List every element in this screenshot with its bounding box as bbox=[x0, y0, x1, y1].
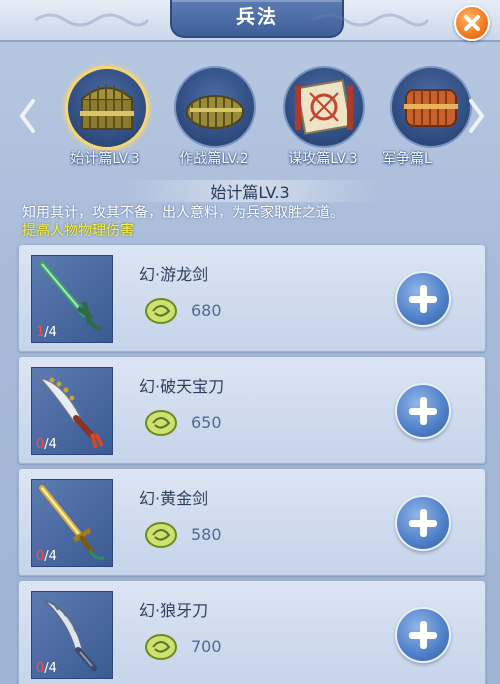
owned-count: 0/4 bbox=[36, 661, 57, 676]
book-label: 军争篇L bbox=[382, 151, 432, 167]
add-weapon-button[interactable] bbox=[395, 271, 451, 327]
close-button[interactable] bbox=[454, 5, 490, 41]
weapon-name: 幻·狼牙刀 bbox=[139, 601, 209, 620]
weapon-slot[interactable]: 0/4 bbox=[31, 591, 113, 679]
book-carousel: 始计篇LV.3 作战篇LV.2 谋攻篇LV.3 军争篇L bbox=[0, 42, 500, 170]
weapon-name: 幻·黄金剑 bbox=[139, 489, 209, 508]
list-item: 0/4 幻·破天宝刀 650 bbox=[18, 356, 486, 464]
close-icon bbox=[464, 15, 480, 31]
book-shiji-icon bbox=[65, 66, 149, 150]
cloud-ornament-left bbox=[34, 13, 150, 27]
add-weapon-button[interactable] bbox=[395, 495, 451, 551]
book-item-junzheng[interactable]: 军争篇L bbox=[382, 66, 472, 167]
chevron-right-icon[interactable] bbox=[468, 98, 486, 134]
book-mougong-icon bbox=[283, 66, 365, 148]
owned-count: 0/4 bbox=[36, 549, 57, 564]
weapon-name: 幻·游龙剑 bbox=[139, 265, 209, 284]
book-item-zuozhan[interactable]: 作战篇LV.2 bbox=[164, 66, 264, 167]
owned-count: 0/4 bbox=[36, 437, 57, 452]
book-label: 谋攻篇LV.3 bbox=[288, 151, 358, 167]
book-label: 始计篇LV.3 bbox=[70, 151, 140, 167]
list-item: 0/4 幻·狼牙刀 700 bbox=[18, 580, 486, 684]
bingfa-window: 兵法 始计篇LV.3 作战篇LV.2 谋攻篇LV.3 军争篇L 始计篇LV.3 … bbox=[0, 0, 500, 684]
weapon-slot[interactable]: 0/4 bbox=[31, 367, 113, 455]
chevron-left-icon[interactable] bbox=[18, 98, 36, 134]
book-label: 作战篇LV.2 bbox=[179, 151, 249, 167]
owned-count: 1/4 bbox=[36, 325, 57, 340]
list-item: 1/4 幻·游龙剑 680 bbox=[18, 244, 486, 352]
header-bar: 兵法 bbox=[0, 0, 500, 42]
weapon-slot[interactable]: 0/4 bbox=[31, 479, 113, 567]
weapon-slot[interactable]: 1/4 bbox=[31, 255, 113, 343]
list-item: 0/4 幻·黄金剑 580 bbox=[18, 468, 486, 576]
cost-value: 650 bbox=[191, 413, 222, 432]
add-weapon-button[interactable] bbox=[395, 383, 451, 439]
book-junzheng-icon bbox=[390, 66, 472, 148]
cloud-ornament-right bbox=[311, 13, 430, 27]
cost-value: 580 bbox=[191, 525, 222, 544]
jade-token-icon bbox=[145, 298, 177, 324]
jade-token-icon bbox=[145, 522, 177, 548]
detail-effect: 提高人物物理伤害 bbox=[22, 223, 134, 239]
book-item-mougong[interactable]: 谋攻篇LV.3 bbox=[273, 66, 373, 167]
detail-description: 知用其计，攻其不备，出人意料，为兵家取胜之道。 bbox=[22, 205, 344, 221]
cost-value: 700 bbox=[191, 637, 222, 656]
jade-token-icon bbox=[145, 634, 177, 660]
book-item-shiji[interactable]: 始计篇LV.3 bbox=[55, 66, 155, 167]
book-zuozhan-icon bbox=[174, 66, 256, 148]
detail-title: 始计篇LV.3 bbox=[210, 183, 290, 202]
cost-value: 680 bbox=[191, 301, 222, 320]
jade-token-icon bbox=[145, 410, 177, 436]
weapon-name: 幻·破天宝刀 bbox=[139, 377, 225, 396]
add-weapon-button[interactable] bbox=[395, 607, 451, 663]
book-detail: 始计篇LV.3 知用其计，攻其不备，出人意料，为兵家取胜之道。 提高人物物理伤害 bbox=[0, 176, 500, 239]
